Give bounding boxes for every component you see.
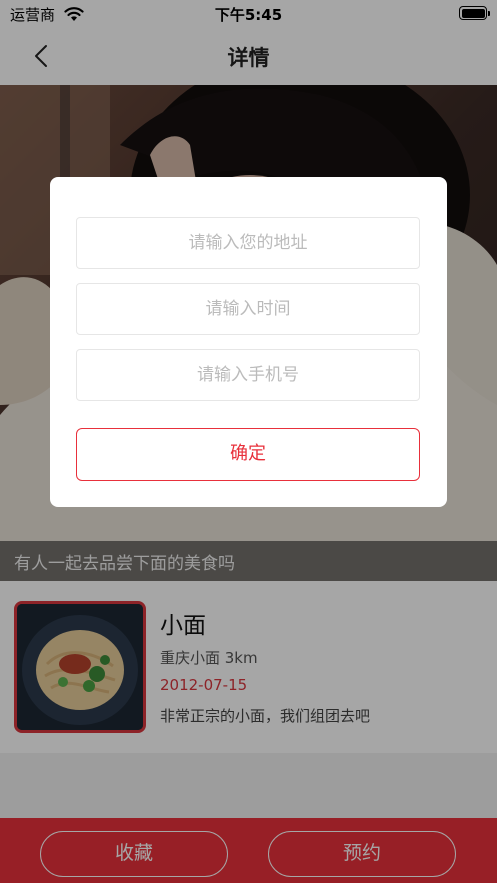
address-input[interactable] <box>76 217 420 269</box>
phone-input[interactable] <box>76 349 420 401</box>
confirm-button[interactable]: 确定 <box>76 428 420 481</box>
booking-dialog: 确定 <box>50 177 447 507</box>
time-input[interactable] <box>76 283 420 335</box>
